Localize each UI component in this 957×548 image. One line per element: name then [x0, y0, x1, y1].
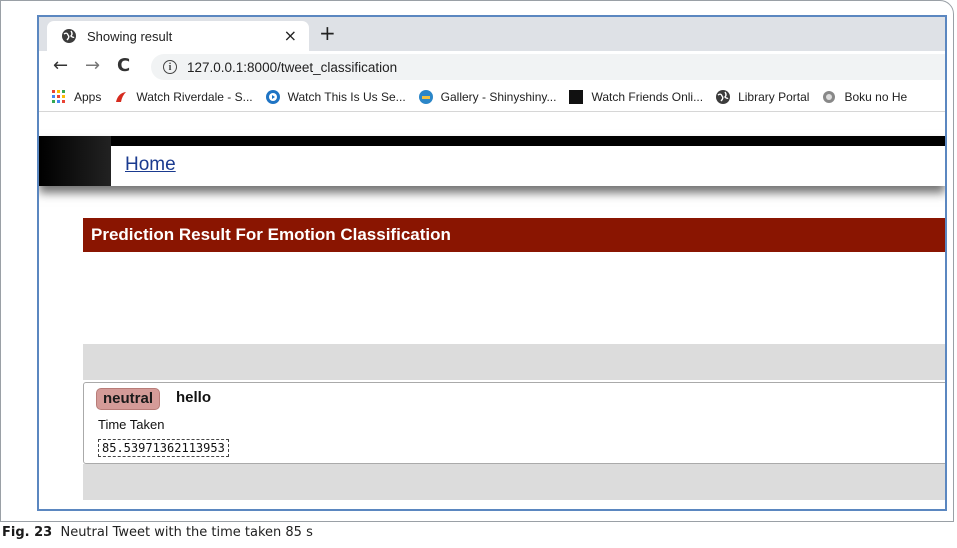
- back-arrow-icon[interactable]: ←: [53, 56, 68, 76]
- apps-grid-icon: [52, 90, 65, 103]
- riverdale-icon: [116, 92, 127, 102]
- new-tab-button[interactable]: +: [319, 23, 336, 43]
- boku-icon: [823, 91, 836, 103]
- time-taken-label: Time Taken: [98, 417, 165, 432]
- result-panel-footer: [83, 464, 945, 500]
- bookmark-label: Watch This Is Us Se...: [287, 90, 406, 104]
- black-square-icon: [569, 90, 584, 104]
- site-navbar: Home: [39, 136, 945, 186]
- emotion-label-badge: neutral: [96, 388, 161, 410]
- globe-icon: [62, 29, 76, 43]
- bookmarks-bar: Apps Watch Riverdale - S... Watch This I…: [39, 83, 945, 112]
- url-text: 127.0.0.1:8000/tweet_classification: [187, 59, 398, 75]
- play-circle-icon: [265, 90, 280, 104]
- screenshot: Showing result × + ← → C i 127.0.0.1:800…: [37, 15, 947, 511]
- address-bar[interactable]: i 127.0.0.1:8000/tweet_classification: [151, 54, 945, 80]
- tab-strip: Showing result × +: [39, 17, 945, 51]
- bookmark-library-portal[interactable]: Library Portal: [715, 89, 809, 105]
- bookmark-label: Watch Riverdale - S...: [136, 90, 253, 104]
- bookmark-label: Gallery - Shinyshiny...: [440, 90, 557, 104]
- figure-frame: Showing result × + ← → C i 127.0.0.1:800…: [0, 0, 954, 522]
- bookmark-friends[interactable]: Watch Friends Onli...: [568, 89, 703, 105]
- close-icon[interactable]: ×: [284, 26, 297, 45]
- navbar-dark-block: [39, 136, 111, 186]
- forward-arrow-icon[interactable]: →: [85, 56, 100, 76]
- bookmark-apps[interactable]: Apps: [51, 89, 101, 105]
- reload-icon[interactable]: C: [117, 56, 130, 76]
- gallery-icon: [418, 90, 433, 104]
- figure-number: Fig. 23: [2, 525, 53, 540]
- bookmark-label: Watch Friends Onli...: [591, 90, 704, 104]
- result-panel-header: [83, 344, 945, 380]
- caption-text: Neutral Tweet with the time taken 85 s: [60, 525, 313, 540]
- bookmark-label: Library Portal: [738, 90, 810, 104]
- time-taken-value: 85.53971362113953: [98, 439, 229, 457]
- info-icon[interactable]: i: [163, 60, 177, 74]
- bookmark-this-is-us[interactable]: Watch This Is Us Se...: [265, 89, 406, 105]
- bookmark-boku[interactable]: Boku no He: [821, 89, 907, 105]
- bookmark-riverdale[interactable]: Watch Riverdale - S...: [113, 89, 253, 105]
- browser-tab[interactable]: Showing result ×: [47, 21, 309, 51]
- bookmark-gallery[interactable]: Gallery - Shinyshiny...: [418, 89, 557, 105]
- tab-title: Showing result: [87, 28, 173, 44]
- globe-icon: [716, 90, 731, 104]
- browser-toolbar: ← → C i 127.0.0.1:8000/tweet_classificat…: [39, 51, 945, 83]
- tweet-text: hello: [176, 389, 212, 406]
- result-card: neutral hello Time Taken 85.539713621139…: [83, 382, 945, 464]
- figure-caption: Fig. 23 Neutral Tweet with the time take…: [2, 525, 313, 540]
- home-link[interactable]: Home: [125, 154, 176, 176]
- bookmark-label: Boku no He: [844, 90, 908, 104]
- web-page: Home Prediction Result For Emotion Class…: [39, 112, 945, 509]
- result-banner: Prediction Result For Emotion Classifica…: [83, 218, 945, 252]
- bookmark-label: Apps: [74, 90, 102, 104]
